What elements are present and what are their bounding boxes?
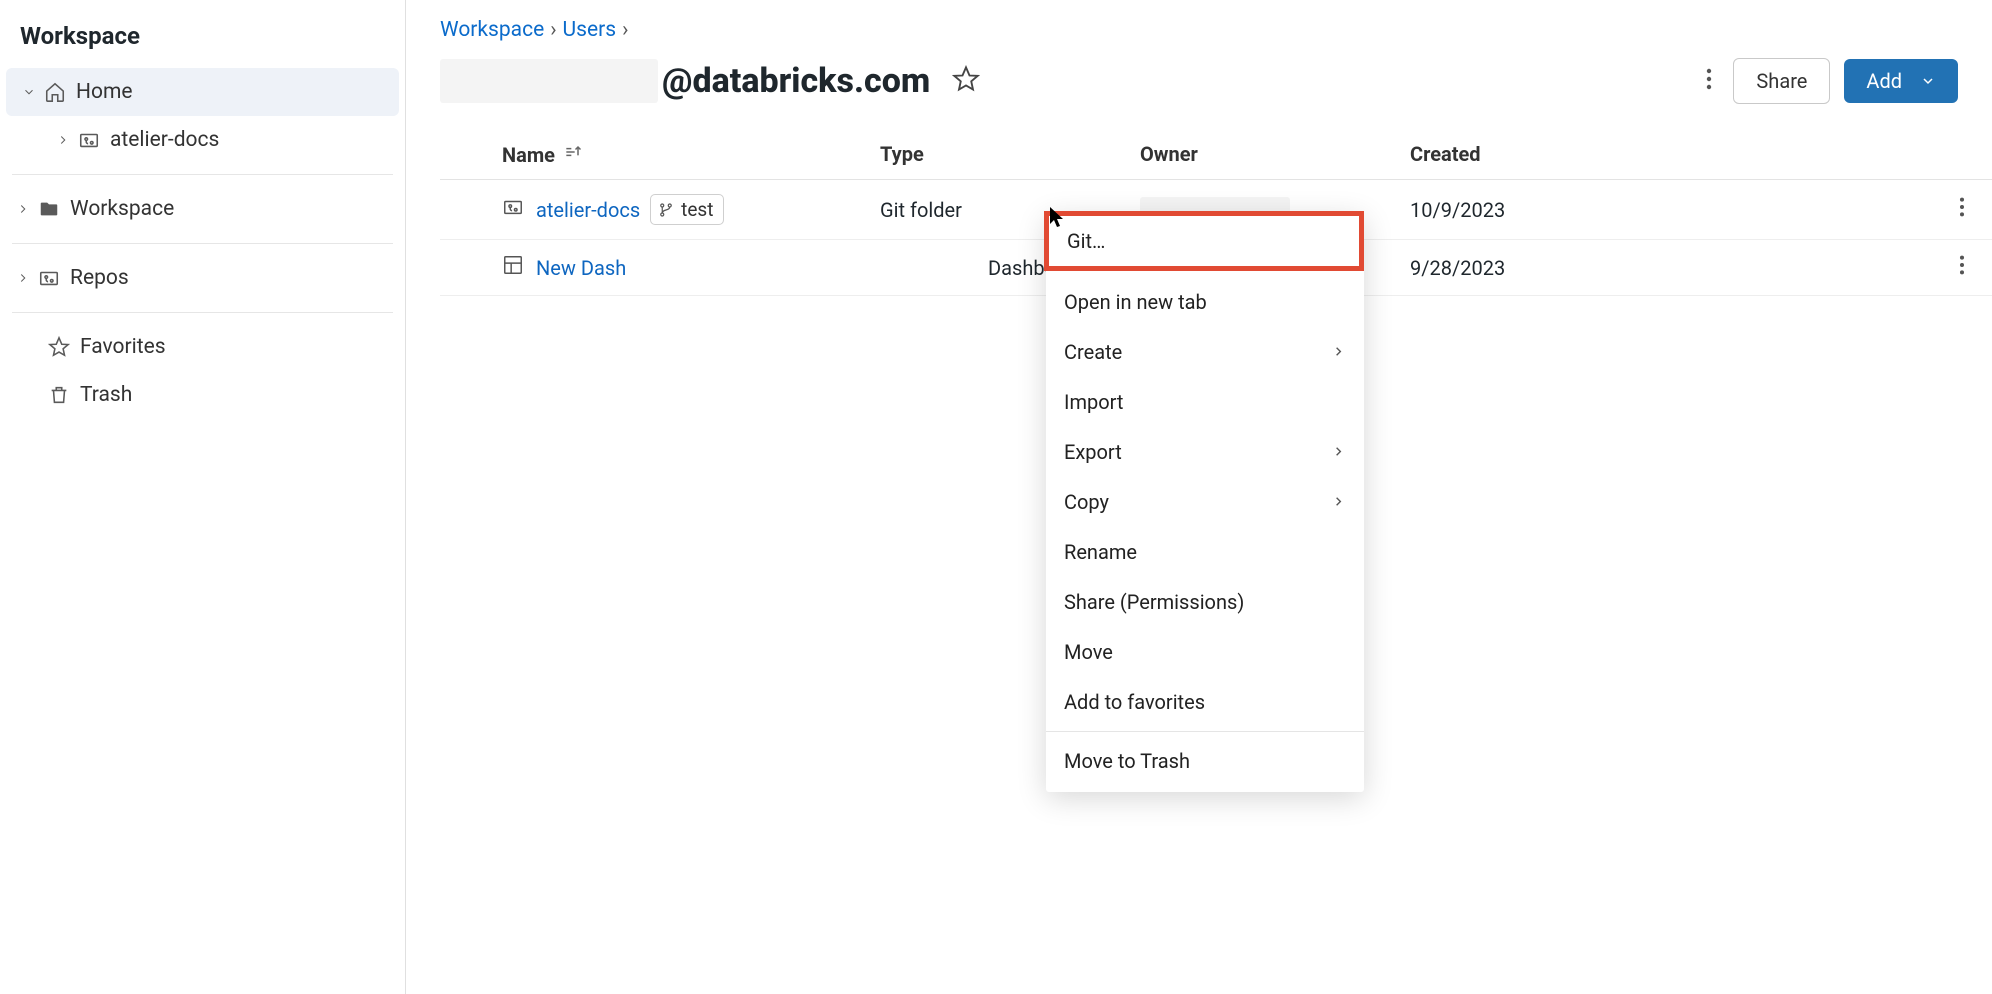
page-kebab-menu[interactable] bbox=[1685, 67, 1733, 95]
add-button[interactable]: Add bbox=[1844, 59, 1958, 103]
row-kebab-menu[interactable] bbox=[1932, 196, 1992, 223]
folder-icon bbox=[38, 198, 60, 220]
sidebar-item-label: Repos bbox=[70, 266, 129, 290]
column-created[interactable]: Created bbox=[1410, 142, 1932, 167]
chevron-right-icon bbox=[14, 271, 32, 285]
sidebar-item-home[interactable]: Home bbox=[6, 68, 399, 116]
sidebar-title: Workspace bbox=[0, 10, 405, 68]
sidebar-item-label: Favorites bbox=[80, 335, 166, 359]
menu-item-add-favorites[interactable]: Add to favorites bbox=[1046, 677, 1364, 727]
menu-item-open-new-tab[interactable]: Open in new tab bbox=[1046, 277, 1364, 327]
menu-item-rename[interactable]: Rename bbox=[1046, 527, 1364, 577]
mouse-cursor-icon bbox=[1048, 206, 1066, 232]
chevron-right-icon bbox=[1331, 440, 1346, 464]
row-created: 9/28/2023 bbox=[1410, 256, 1932, 280]
chevron-right-icon bbox=[54, 133, 72, 147]
menu-item-export[interactable]: Export bbox=[1046, 427, 1364, 477]
sidebar-item-trash[interactable]: Trash bbox=[0, 371, 405, 419]
row-kebab-menu[interactable] bbox=[1932, 254, 1992, 281]
repos-icon bbox=[38, 267, 60, 289]
branch-chip[interactable]: test bbox=[650, 194, 724, 225]
sidebar-item-workspace[interactable]: Workspace bbox=[0, 185, 405, 233]
chevron-right-icon bbox=[14, 202, 32, 216]
star-icon bbox=[48, 336, 70, 358]
row-created: 10/9/2023 bbox=[1410, 198, 1932, 222]
page-header: @databricks.com Share Add bbox=[406, 48, 1992, 130]
column-type[interactable]: Type bbox=[880, 142, 1140, 167]
sidebar-item-favorites[interactable]: Favorites bbox=[0, 323, 405, 371]
sidebar-item-label: atelier-docs bbox=[110, 128, 219, 152]
menu-item-share-permissions[interactable]: Share (Permissions) bbox=[1046, 577, 1364, 627]
breadcrumb-separator: › bbox=[622, 18, 628, 42]
sidebar-item-label: Home bbox=[76, 80, 133, 104]
page-title: @databricks.com bbox=[662, 61, 930, 101]
trash-icon bbox=[48, 384, 70, 406]
chevron-down-icon bbox=[20, 85, 38, 99]
breadcrumb-workspace[interactable]: Workspace bbox=[440, 18, 544, 42]
sidebar-item-repos[interactable]: Repos bbox=[0, 254, 405, 302]
column-name[interactable]: Name bbox=[440, 142, 880, 167]
home-icon bbox=[44, 81, 66, 103]
git-folder-icon bbox=[78, 129, 100, 151]
sidebar-item-label: Workspace bbox=[70, 197, 174, 221]
sidebar-item-label: Trash bbox=[80, 383, 132, 407]
breadcrumb-users[interactable]: Users bbox=[563, 18, 617, 42]
breadcrumb: Workspace › Users › bbox=[406, 0, 1992, 48]
redacted-email-prefix bbox=[440, 59, 658, 103]
menu-item-create[interactable]: Create bbox=[1046, 327, 1364, 377]
dashboard-icon bbox=[502, 254, 524, 281]
row-name[interactable]: New Dash bbox=[536, 256, 626, 280]
menu-item-import[interactable]: Import bbox=[1046, 377, 1364, 427]
chevron-right-icon bbox=[1331, 490, 1346, 514]
sort-asc-icon bbox=[563, 142, 583, 167]
menu-item-move[interactable]: Move bbox=[1046, 627, 1364, 677]
row-name[interactable]: atelier-docs bbox=[536, 198, 640, 222]
chevron-right-icon bbox=[1331, 340, 1346, 364]
chevron-down-icon bbox=[1920, 73, 1936, 89]
menu-item-copy[interactable]: Copy bbox=[1046, 477, 1364, 527]
column-owner[interactable]: Owner bbox=[1140, 142, 1410, 167]
breadcrumb-separator: › bbox=[550, 18, 556, 42]
menu-item-git[interactable]: Git… bbox=[1044, 211, 1364, 271]
favorite-toggle[interactable] bbox=[952, 65, 980, 97]
sidebar: Workspace Home atelier-docs Workspace bbox=[0, 0, 406, 994]
share-button[interactable]: Share bbox=[1733, 58, 1830, 104]
main: Workspace › Users › @databricks.com Shar… bbox=[406, 0, 1992, 994]
sidebar-item-atelier-docs[interactable]: atelier-docs bbox=[0, 116, 405, 164]
context-menu: Git… Open in new tab Create Import Expor… bbox=[1046, 213, 1364, 792]
git-folder-icon bbox=[502, 196, 524, 223]
table-header: Name Type Owner Created bbox=[440, 130, 1992, 180]
menu-item-move-to-trash[interactable]: Move to Trash bbox=[1046, 736, 1364, 786]
